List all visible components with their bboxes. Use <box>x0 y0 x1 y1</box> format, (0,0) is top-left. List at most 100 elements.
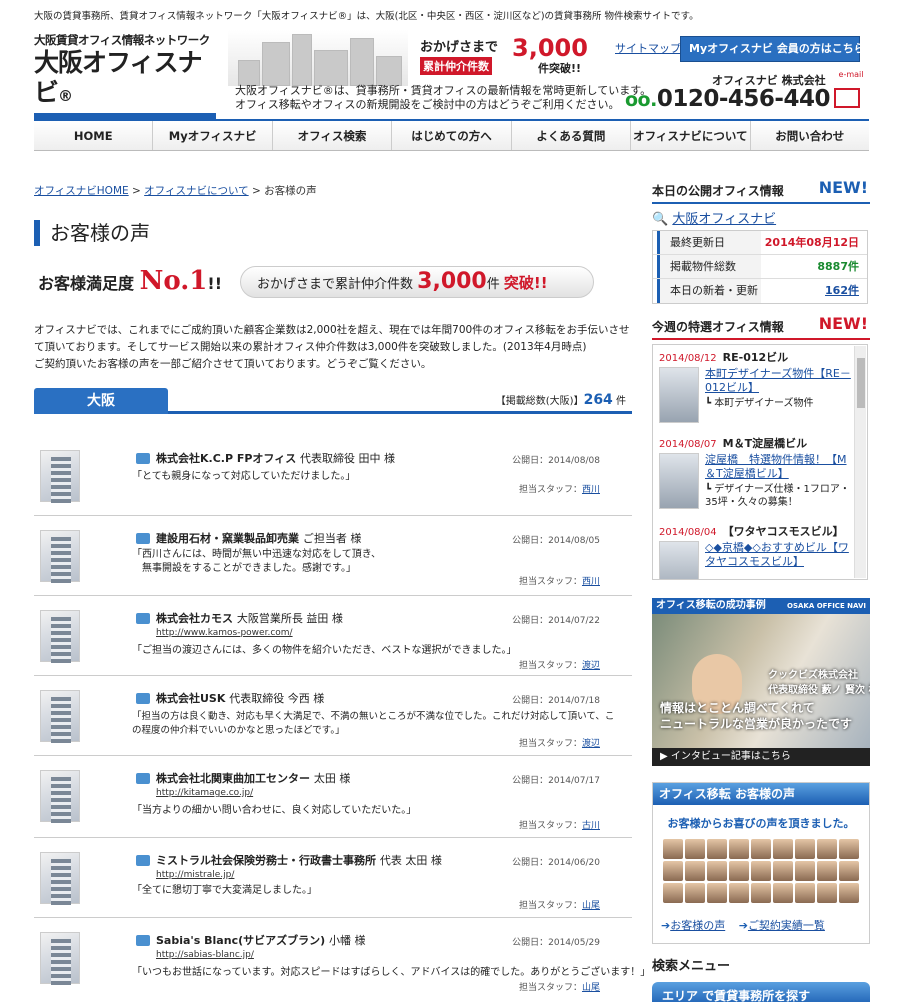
company-photo[interactable] <box>40 690 80 743</box>
list-item: 株式会社USK 代表取締役 今西 様 公開日：2014/07/18 「担当の方は… <box>34 676 632 756</box>
comment-icon <box>136 855 150 866</box>
staff-label: 担当スタッフ：西川 <box>518 485 600 495</box>
company-photo[interactable] <box>40 530 80 583</box>
company-name: ミストラル社会保険労務士・行政書士事務所 代表 太田 様 <box>156 854 442 867</box>
featured-scrollbar[interactable] <box>854 346 866 578</box>
featured-office-heading: 今週の特選オフィス情報 NEW! <box>652 314 870 340</box>
nav-about[interactable]: オフィスナビについて <box>631 121 751 150</box>
staff-link[interactable]: 西川 <box>582 577 600 587</box>
brokerage-count-banner: おかげさまで累計仲介件数 3,000件 突破!! <box>240 266 594 298</box>
publish-date: 公開日：2014/08/05 <box>512 536 600 546</box>
company-photo[interactable] <box>40 852 80 905</box>
staff-link[interactable]: 渡辺 <box>582 661 600 671</box>
nav-faq[interactable]: よくある質問 <box>512 121 632 150</box>
building-photo[interactable] <box>659 541 699 579</box>
staff-label: 担当スタッフ：渡辺 <box>518 661 600 671</box>
featured-link[interactable]: ◇◆京橋◆◇おすすめビル【ワタヤコスモスビル】 <box>705 541 855 569</box>
my-officenavi-button[interactable]: Myオフィスナビ 会員の方はこちら <box>680 36 865 62</box>
comment-icon <box>136 693 150 704</box>
staff-link[interactable]: 山尾 <box>582 901 600 911</box>
global-nav: HOME Myオフィスナビ オフィス検索 はじめての方へ よくある質問 オフィス… <box>34 119 869 151</box>
nav-my-officenavi[interactable]: Myオフィスナビ <box>153 121 273 150</box>
publish-date: 公開日：2014/06/20 <box>512 858 600 868</box>
featured-subtitle: ┗ 本町デザイナーズ物件 <box>705 398 814 409</box>
staff-link[interactable]: 渡辺 <box>582 739 600 749</box>
mail-icon[interactable] <box>834 88 860 108</box>
interview-banner[interactable]: OSAKA OFFICE NAVI オフィス移転の成功事例 クックビズ株式会社 代表… <box>652 598 870 766</box>
featured-subtitle: ┗ デザイナーズ仕様・1フロア・35坪・久々の募集！ <box>705 484 850 508</box>
company-photo[interactable] <box>40 450 80 503</box>
featured-link[interactable]: 淀屋橋 特選物件情報！【M＆T淀屋橋ビル】 <box>705 453 855 481</box>
company-photo[interactable] <box>40 610 80 663</box>
buildings-illustration <box>228 30 408 86</box>
staff-link[interactable]: 西川 <box>582 485 600 495</box>
nav-contact[interactable]: お問い合わせ <box>751 121 869 150</box>
breadcrumb-about[interactable]: オフィスナビについて <box>144 185 248 197</box>
breadcrumb-home[interactable]: オフィスナビHOME <box>34 185 129 197</box>
company-photo[interactable] <box>40 770 80 823</box>
staff-label: 担当スタッフ：山尾 <box>518 901 600 911</box>
contracts-link[interactable]: ご契約実績一覧 <box>748 919 825 932</box>
list-item: ミストラル社会保険労務士・行政書士事務所 代表 太田 様 http://mist… <box>34 838 632 918</box>
company-name: 株式会社USK 代表取締役 今西 様 <box>156 692 325 705</box>
nav-office-search[interactable]: オフィス検索 <box>273 121 393 150</box>
search-menu-heading: 検索メニュー <box>652 959 731 974</box>
interview-link[interactable]: ▶ インタビュー記事はこちら <box>652 748 870 766</box>
nav-beginners[interactable]: はじめての方へ <box>392 121 512 150</box>
stat-row: 本日の新着・更新 162件 <box>653 279 867 303</box>
building-photo[interactable] <box>659 367 699 423</box>
company-url[interactable]: http://kitamage.co.jp/ <box>156 788 253 798</box>
voice-link[interactable]: お客様の声 <box>670 919 725 932</box>
publish-date: 公開日：2014/05/29 <box>512 938 600 948</box>
publish-date: 公開日：2014/07/17 <box>512 776 600 786</box>
company-name: 株式会社北関東曲加工センター 太田 様 <box>156 772 351 785</box>
stat-row: 掲載物件総数 8887件 <box>653 255 867 279</box>
email-label[interactable]: e-mail <box>836 70 866 79</box>
staff-label: 担当スタッフ：山尾 <box>518 983 600 993</box>
featured-link[interactable]: 本町デザイナーズ物件【RE－012ビル】 <box>705 367 855 395</box>
staff-label: 担当スタッフ：渡辺 <box>518 739 600 749</box>
arrow-icon: ➔ <box>661 919 671 932</box>
osaka-officenavi-link[interactable]: 大阪オフィスナビ <box>672 212 776 227</box>
company-url[interactable]: http://sabias-blanc.jp/ <box>156 950 254 960</box>
new-badge: NEW! <box>818 178 868 197</box>
breadcrumb: オフィスナビHOME > オフィスナビについて > お客様の声 <box>34 185 317 197</box>
company-name: 株式会社カモス 大阪営業所長 益田 様 <box>156 612 343 625</box>
staff-link[interactable]: 山尾 <box>582 983 600 993</box>
interview-quote: 情報はとことん調べてくれて ニュートラルな営業が良かったです <box>660 701 853 731</box>
arrow-icon: ➔ <box>738 919 748 932</box>
stat-row: 最終更新日 2014年08月12日 <box>653 231 867 255</box>
publish-date: 公開日：2014/07/22 <box>512 616 600 626</box>
new-updates-link[interactable]: 162件 <box>825 284 859 297</box>
list-item: 株式会社K.C.P FPオフィス 代表取締役 田中 様 公開日：2014/08/… <box>34 436 632 516</box>
customer-voice-box: オフィス移転 お客様の声 お客様からお喜びの声を頂きました。 ➔お客様の声 ➔ご… <box>652 782 870 944</box>
building-photo[interactable] <box>659 453 699 509</box>
site-link-row: 🔍 大阪オフィスナビ <box>652 208 776 227</box>
staff-link[interactable]: 古川 <box>582 821 600 831</box>
region-tabbar: 大阪 【掲載総数(大阪)】264 件 <box>34 388 632 414</box>
staff-label: 担当スタッフ：西川 <box>518 577 600 587</box>
sitemap-link[interactable]: サイトマップ <box>615 40 681 56</box>
list-item: Sabia's Blanc(サビアズブラン) 小幡 様 http://sabia… <box>34 918 650 1002</box>
company-url[interactable]: http://mistrale.jp/ <box>156 870 234 880</box>
area-search-heading[interactable]: エリア で賃貸事務所を探す <box>652 982 870 1002</box>
customer-comment: 「当方よりの細かい問い合わせに、良く対応していただいた。」 <box>132 805 417 816</box>
tab-osaka[interactable]: 大阪 <box>34 388 168 414</box>
company-photo[interactable] <box>40 932 80 985</box>
company-name: Sabia's Blanc(サビアズブラン) 小幡 様 <box>156 934 366 947</box>
company-name: 建設用石材・窯業製品卸売業 ご担当者 様 <box>156 532 362 545</box>
interview-company: クックビズ株式会社 代表取締役 藪ノ 賢次 様 <box>768 670 870 696</box>
interview-heading: OSAKA OFFICE NAVI オフィス移転の成功事例 <box>652 598 870 614</box>
customer-comment: 「担当の方は良く動き、対応も早く大満足で、不満の無いところが不満な位でした。これ… <box>132 711 615 736</box>
page-title: お客様の声 <box>34 220 150 246</box>
satisfaction-banner: お客様満足度 No.1!! <box>38 266 222 296</box>
list-item: 建設用石材・窯業製品卸売業 ご担当者 様 公開日：2014/08/05 「西川さ… <box>34 516 632 596</box>
voice-links: ➔お客様の声 ➔ご契約実績一覧 <box>661 917 835 933</box>
featured-item: 2014/08/12 RE-012ビル 本町デザイナーズ物件【RE－012ビル】 … <box>659 349 853 439</box>
list-item: 株式会社カモス 大阪営業所長 益田 様 http://www.kamos-pow… <box>34 596 632 676</box>
featured-item: 2014/08/04 【ワタヤコスモスビル】 ◇◆京橋◆◇おすすめビル【ワタヤコス… <box>659 523 855 579</box>
customer-comment: 「ご担当の渡辺さんには、多くの物件を紹介いただき、ベストな選択ができました。」 <box>132 645 517 656</box>
customer-faces[interactable] <box>663 839 859 903</box>
nav-home[interactable]: HOME <box>34 121 154 150</box>
company-url[interactable]: http://www.kamos-power.com/ <box>156 628 293 638</box>
